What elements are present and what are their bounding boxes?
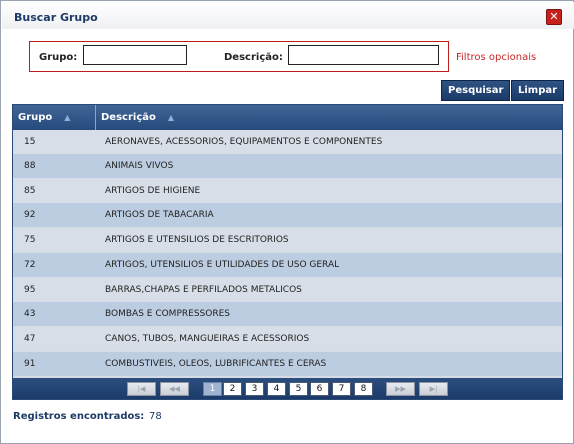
cell-grupo: 75 xyxy=(24,235,36,245)
table-row[interactable]: 92 ARTIGOS DE TABACARIA xyxy=(13,203,562,227)
column-header-descricao[interactable]: Descrição ▲ xyxy=(96,105,562,130)
last-page-button[interactable]: ▶| xyxy=(419,382,448,396)
results-table: Grupo ▲ Descrição ▲ 15 AERONAVES, ACESSORI… xyxy=(12,104,563,400)
first-page-button[interactable]: |◀ xyxy=(127,382,156,396)
dialog-titlebar: Buscar Grupo ✕ xyxy=(2,2,574,29)
grupo-label: Grupo: xyxy=(39,52,78,63)
pagination-bar: |◀ ◀◀ 1 2 3 4 5 6 7 8 ▶▶ ▶| xyxy=(13,378,562,399)
table-row[interactable]: 43 BOMBAS E COMPRESSORES xyxy=(13,302,562,326)
page-button-1[interactable]: 1 xyxy=(203,382,222,396)
table-row[interactable]: 95 BARRAS,CHAPAS E PERFILADOS METALICOS xyxy=(13,278,562,302)
table-row[interactable]: 75 ARTIGOS E UTENSILIOS DE ESCRITORIOS xyxy=(13,228,562,252)
page-button-8[interactable]: 8 xyxy=(354,382,373,396)
column-header-grupo[interactable]: Grupo ▲ xyxy=(13,105,95,130)
cell-grupo: 92 xyxy=(24,210,36,220)
cell-descricao: ARTIGOS DE TABACARIA xyxy=(105,210,214,220)
table-row[interactable]: 85 ARTIGOS DE HIGIENE xyxy=(13,179,562,203)
cell-descricao: BOMBAS E COMPRESSORES xyxy=(105,309,230,319)
search-button[interactable]: Pesquisar xyxy=(441,80,511,101)
filter-box: Grupo: Descrição: xyxy=(29,41,449,72)
page-button-5[interactable]: 5 xyxy=(289,382,308,396)
cell-descricao: CANOS, TUBOS, MANGUEIRAS E ACESSORIOS xyxy=(105,334,310,344)
sort-icon: ▲ xyxy=(167,113,175,122)
grupo-input[interactable] xyxy=(83,45,187,65)
table-row[interactable]: 88 ANIMAIS VIVOS xyxy=(13,154,562,178)
page-button-7[interactable]: 7 xyxy=(332,382,351,396)
cell-grupo: 43 xyxy=(24,309,36,319)
cell-grupo: 95 xyxy=(24,285,36,295)
column-header-label: Descrição xyxy=(101,112,156,123)
table-row[interactable]: 91 COMBUSTIVEIS, OLEOS, LUBRIFICANTES E … xyxy=(13,352,562,376)
prev-page-button[interactable]: ◀◀ xyxy=(160,382,189,396)
cell-descricao: ANIMAIS VIVOS xyxy=(105,161,174,171)
cell-grupo: 15 xyxy=(24,137,36,147)
cell-descricao: ARTIGOS, UTENSILIOS E UTILIDADES DE USO … xyxy=(105,260,340,270)
cell-grupo: 47 xyxy=(24,334,36,344)
table-header: Grupo ▲ Descrição ▲ xyxy=(13,105,562,130)
descricao-label: Descrição: xyxy=(224,52,283,63)
table-row[interactable]: 72 ARTIGOS, UTENSILIOS E UTILIDADES DE U… xyxy=(13,253,562,277)
page-button-6[interactable]: 6 xyxy=(310,382,329,396)
cell-descricao: AERONAVES, ACESSORIOS, EQUIPAMENTOS E CO… xyxy=(105,137,383,147)
cell-grupo: 72 xyxy=(24,260,36,270)
descricao-input[interactable] xyxy=(288,45,439,65)
page-button-3[interactable]: 3 xyxy=(245,382,264,396)
cell-grupo: 91 xyxy=(24,359,36,369)
page-button-4[interactable]: 4 xyxy=(267,382,286,396)
close-icon[interactable]: ✕ xyxy=(546,9,562,25)
column-header-label: Grupo xyxy=(18,112,53,123)
records-found-label: Registros encontrados: xyxy=(13,411,145,422)
cell-grupo: 88 xyxy=(24,161,36,171)
optional-filters-note: Filtros opcionais xyxy=(456,52,537,63)
cell-descricao: ARTIGOS E UTENSILIOS DE ESCRITORIOS xyxy=(105,235,289,245)
page-button-2[interactable]: 2 xyxy=(223,382,242,396)
table-row[interactable]: 47 CANOS, TUBOS, MANGUEIRAS E ACESSORIOS xyxy=(13,327,562,351)
clear-button[interactable]: Limpar xyxy=(511,80,565,101)
cell-descricao: ARTIGOS DE HIGIENE xyxy=(105,186,201,196)
next-page-button[interactable]: ▶▶ xyxy=(386,382,415,396)
sort-icon: ▲ xyxy=(64,113,71,122)
cell-descricao: BARRAS,CHAPAS E PERFILADOS METALICOS xyxy=(105,285,302,295)
records-found-count: 78 xyxy=(149,411,162,422)
table-row[interactable]: 15 AERONAVES, ACESSORIOS, EQUIPAMENTOS E… xyxy=(13,130,562,154)
cell-descricao: COMBUSTIVEIS, OLEOS, LUBRIFICANTES E CER… xyxy=(105,359,327,369)
dialog-title: Buscar Grupo xyxy=(14,11,98,24)
cell-grupo: 85 xyxy=(24,186,36,196)
search-group-dialog: Buscar Grupo ✕ Grupo: Descrição: Filtros… xyxy=(0,0,574,444)
